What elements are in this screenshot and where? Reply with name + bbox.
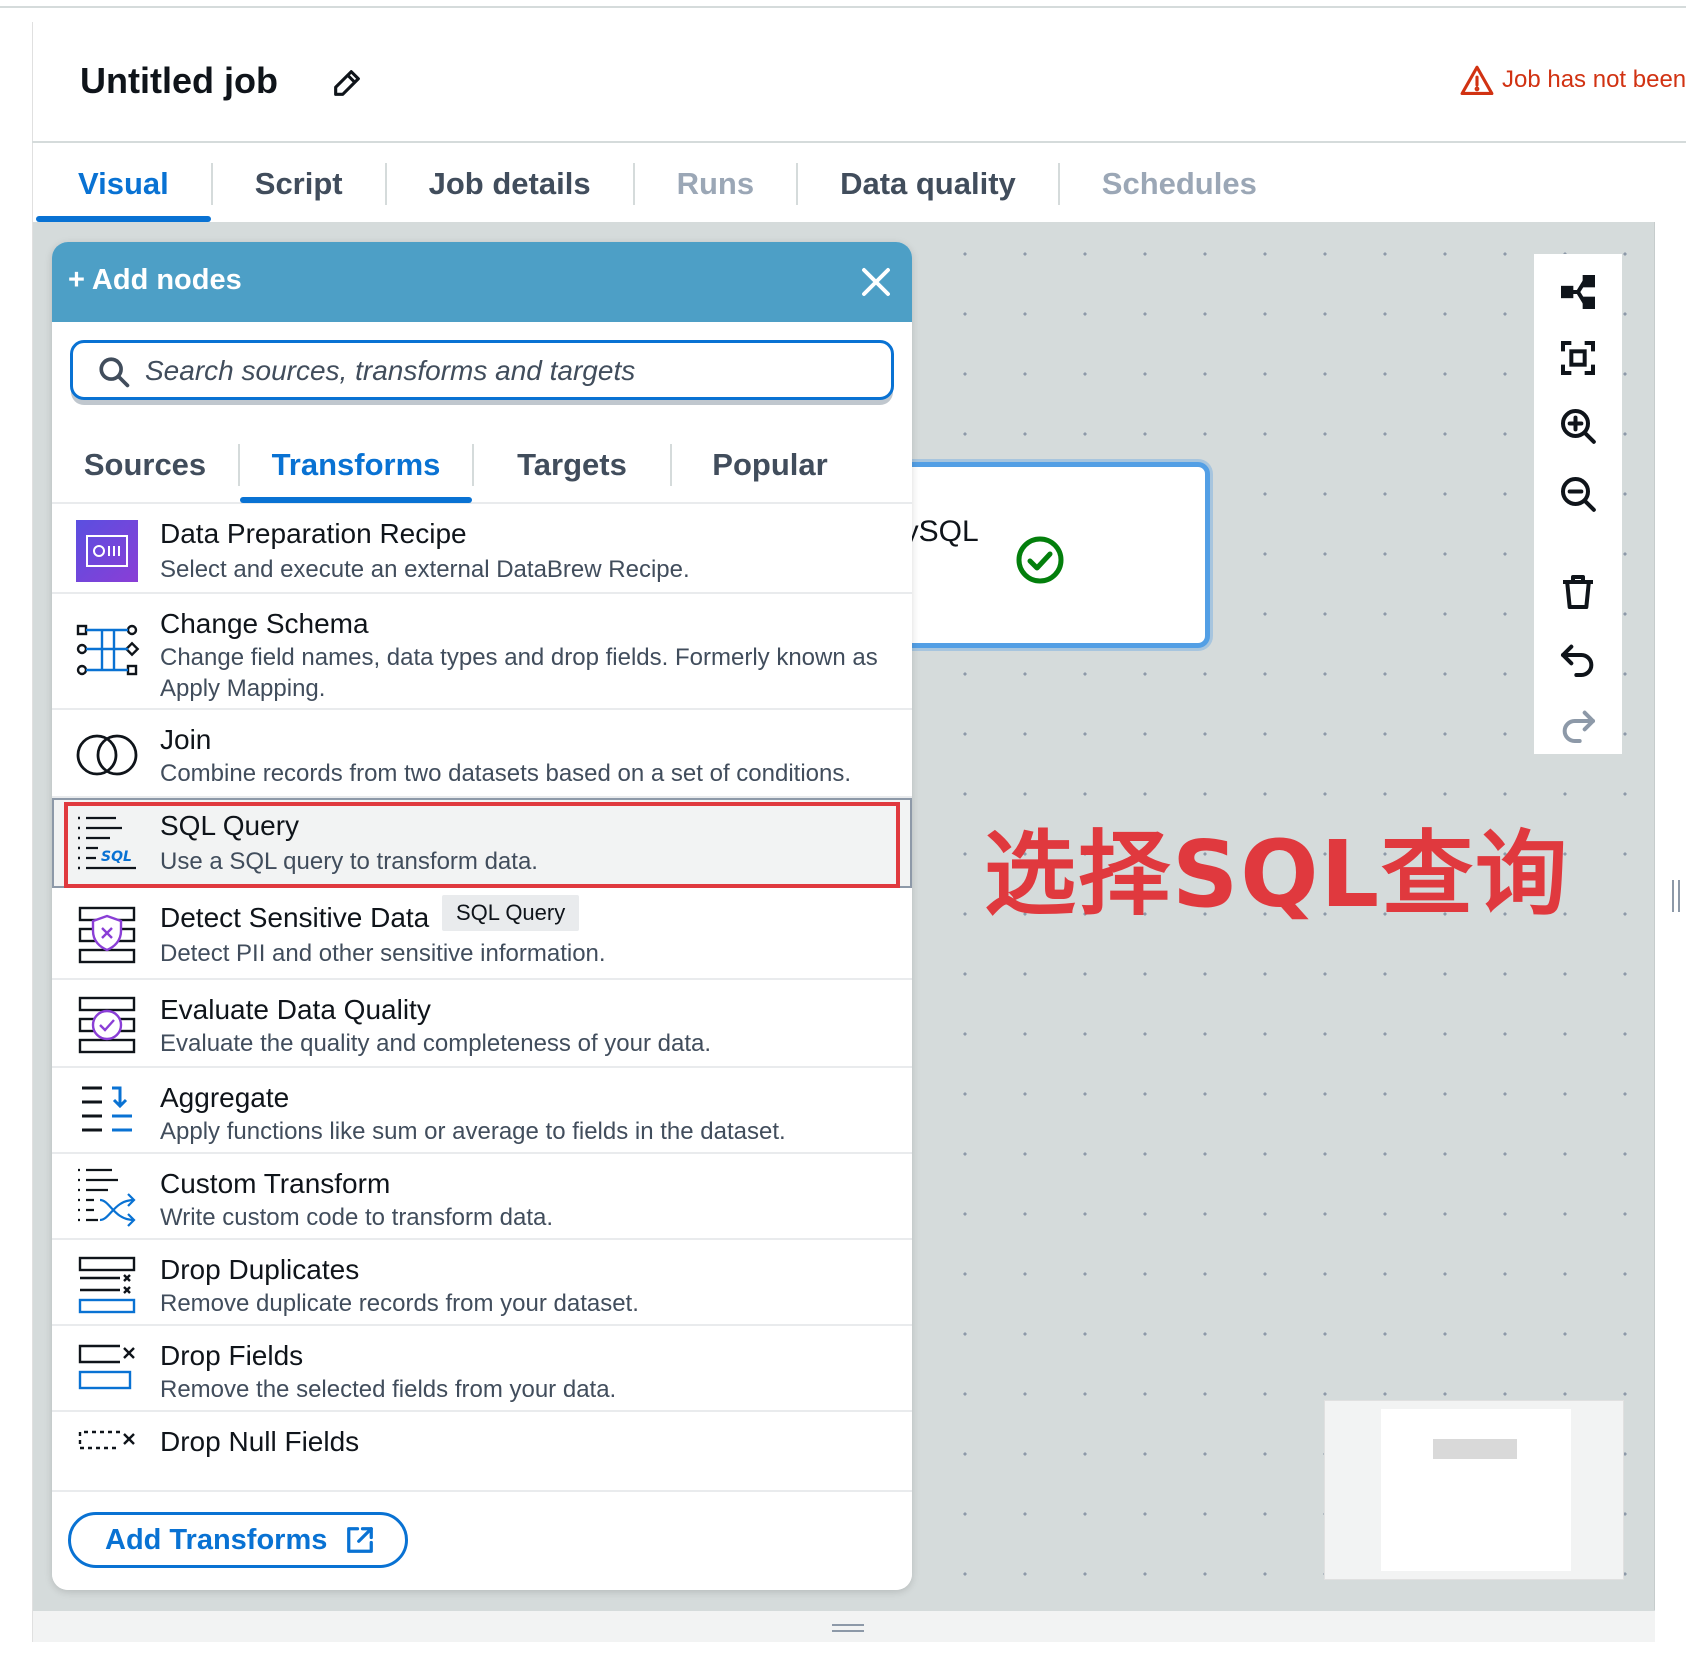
list-item-sql-query[interactable]: SQL SQL Query Use a SQL query to transfo… [52, 798, 912, 888]
warning-text: Job has not been [1502, 66, 1686, 93]
evaluate-data-quality-icon [78, 996, 136, 1054]
trash-icon[interactable] [1558, 572, 1598, 612]
resize-handle-bottom[interactable] [832, 1624, 864, 1632]
item-title: Drop Duplicates [160, 1254, 360, 1285]
list-item-evaluate-data-quality[interactable]: Evaluate Data Quality Evaluate the quali… [52, 980, 912, 1068]
custom-transform-icon [78, 1168, 136, 1227]
check-circle-icon [1016, 536, 1064, 584]
list-item-join[interactable]: Join Combine records from two datasets b… [52, 710, 912, 798]
list-item-aggregate[interactable]: Aggregate Apply functions like sum or av… [52, 1068, 912, 1154]
drop-null-fields-icon [78, 1430, 135, 1450]
tab-visual[interactable]: Visual [36, 148, 211, 222]
item-title: Custom Transform [160, 1168, 391, 1199]
tab-transforms[interactable]: Transforms [240, 437, 472, 503]
item-description: Evaluate the quality and completeness of… [160, 1030, 712, 1057]
item-title: Evaluate Data Quality [160, 994, 431, 1025]
external-link-icon [347, 1527, 374, 1553]
warning-icon [1460, 65, 1494, 96]
item-description: Combine records from two datasets based … [160, 760, 852, 787]
item-description: Select and execute an external DataBrew … [160, 556, 690, 583]
item-title: Detect Sensitive Data [160, 902, 430, 933]
drop-duplicates-icon [78, 1256, 136, 1314]
change-schema-icon [76, 624, 140, 676]
add-transforms-label: Add Transforms [105, 1523, 328, 1556]
fit-view-icon[interactable] [1558, 338, 1598, 378]
list-item-change-schema[interactable]: Change Schema Change field names, data t… [52, 594, 912, 710]
annotation-highlight-box [64, 802, 900, 888]
job-title: Untitled job [80, 60, 278, 101]
panel-header: + Add nodes [52, 242, 912, 322]
tab-targets[interactable]: Targets [474, 437, 670, 503]
item-title: Data Preparation Recipe [160, 518, 467, 549]
tab-sources[interactable]: Sources [52, 437, 238, 503]
job-warning: Job has not been [1460, 64, 1686, 96]
list-item-drop-fields[interactable]: Drop Fields Remove the selected fields f… [52, 1326, 912, 1412]
item-description: Change field names, data types and drop … [160, 644, 878, 702]
tooltip: SQL Query [442, 895, 580, 931]
panel-footer: Add Transforms [52, 1490, 912, 1590]
annotation-text: 选择SQL查询 [984, 821, 1570, 928]
item-description: Write custom code to transform data. [160, 1204, 554, 1231]
tab-script[interactable]: Script [213, 148, 385, 220]
item-title: Change Schema [160, 608, 369, 639]
aggregate-icon [82, 1086, 132, 1132]
item-title: Aggregate [160, 1082, 290, 1113]
resize-handle-right[interactable] [1672, 880, 1680, 912]
canvas-minimap[interactable] [1324, 1400, 1624, 1580]
minimap-viewport [1381, 1409, 1571, 1571]
item-title: Join [160, 724, 212, 755]
minimap-node [1433, 1439, 1517, 1459]
transforms-list: Data Preparation Recipe Select and execu… [52, 504, 912, 1490]
panel-title: + Add nodes [68, 264, 242, 296]
job-tabs: Visual Script Job details Runs Data qual… [36, 148, 1299, 222]
add-transforms-button[interactable]: Add Transforms [68, 1512, 409, 1568]
list-item-custom-transform[interactable]: Custom Transform Write custom code to tr… [52, 1154, 912, 1240]
mysql-source-node[interactable]: lySQL [880, 462, 1210, 648]
redo-icon[interactable] [1558, 706, 1598, 746]
tab-runs[interactable]: Runs [635, 148, 797, 220]
search-box [70, 340, 894, 400]
layout-icon[interactable] [1558, 272, 1598, 312]
zoom-out-icon[interactable] [1558, 474, 1598, 514]
zoom-in-icon[interactable] [1558, 406, 1598, 446]
close-icon[interactable] [858, 264, 894, 300]
node-type-tabs: Sources Transforms Targets Popular [52, 438, 912, 504]
top-border [0, 6, 1686, 8]
item-description: Remove duplicate records from your datas… [160, 1290, 639, 1317]
item-description: Detect PII and other sensitive informati… [160, 940, 606, 967]
item-description: Apply functions like sum or average to f… [160, 1118, 786, 1145]
join-icon [76, 734, 138, 776]
pencil-edit-icon[interactable] [330, 66, 364, 100]
list-item-drop-duplicates[interactable]: Drop Duplicates Remove duplicate records… [52, 1240, 912, 1326]
header-divider [32, 141, 1686, 143]
tab-popular[interactable]: Popular [672, 437, 868, 503]
undo-icon[interactable] [1558, 640, 1598, 680]
tab-schedules[interactable]: Schedules [1060, 148, 1299, 220]
tab-job-details[interactable]: Job details [387, 148, 633, 220]
drop-fields-icon [78, 1344, 135, 1390]
search-icon [99, 357, 130, 388]
detect-sensitive-data-icon [78, 906, 136, 964]
databrew-recipe-icon [76, 520, 138, 582]
page: Untitled job Job has not been Visual Scr… [0, 0, 1686, 1670]
tab-data-quality[interactable]: Data quality [798, 148, 1058, 220]
item-title: Drop Fields [160, 1340, 304, 1371]
item-description: Remove the selected fields from your dat… [160, 1376, 617, 1403]
search-input[interactable] [145, 347, 885, 395]
list-item-data-preparation-recipe[interactable]: Data Preparation Recipe Select and execu… [52, 504, 912, 594]
item-title: Drop Null Fields [160, 1426, 360, 1457]
canvas-toolbar [1534, 254, 1622, 754]
list-item-drop-null-fields[interactable]: Drop Null Fields [52, 1412, 912, 1490]
